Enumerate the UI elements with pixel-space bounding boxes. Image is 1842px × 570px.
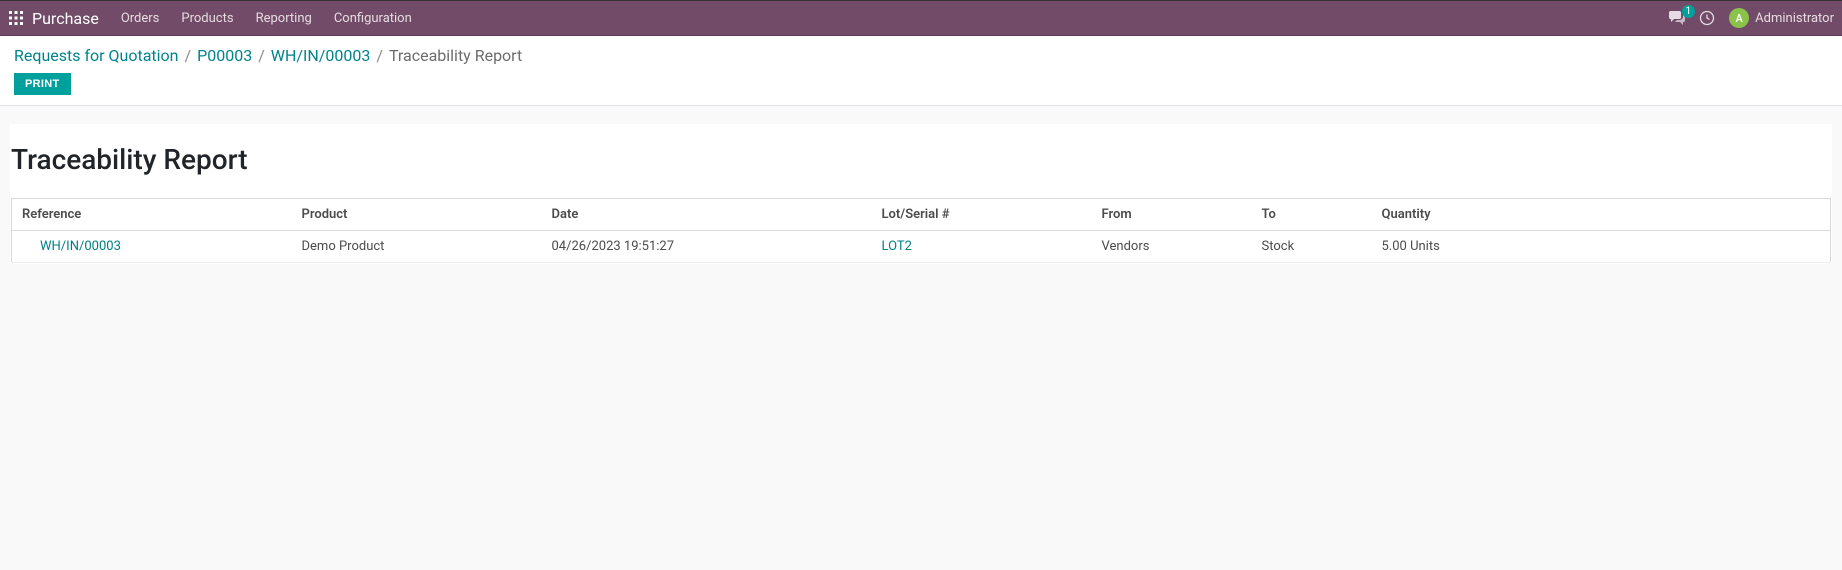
cell-from: Vendors	[1092, 231, 1252, 263]
control-bar: Requests for Quotation / P00003 / WH/IN/…	[0, 36, 1842, 106]
cell-lot: LOT2	[872, 231, 1092, 263]
page-title: Traceability Report	[11, 143, 1831, 176]
reference-link[interactable]: WH/IN/00003	[22, 239, 121, 254]
cell-reference: WH/IN/00003	[12, 231, 292, 263]
table-header-row: Reference Product Date Lot/Serial # From…	[12, 199, 1831, 231]
th-lot: Lot/Serial #	[872, 199, 1092, 231]
th-reference: Reference	[12, 199, 292, 231]
print-button[interactable]: PRINT	[14, 73, 71, 95]
messages-badge: 1	[1682, 5, 1696, 18]
lot-link[interactable]: LOT2	[882, 239, 912, 254]
table-row: WH/IN/00003 Demo Product 04/26/2023 19:5…	[12, 231, 1831, 263]
th-quantity: Quantity	[1372, 199, 1831, 231]
menu-configuration[interactable]: Configuration	[334, 11, 412, 26]
report-sheet: Traceability Report Reference Product Da…	[10, 124, 1832, 264]
breadcrumb-sep: /	[258, 46, 265, 65]
app-title[interactable]: Purchase	[32, 9, 99, 28]
th-to: To	[1252, 199, 1372, 231]
cell-date: 04/26/2023 19:51:27	[542, 231, 872, 263]
activity-icon[interactable]	[1699, 10, 1715, 26]
menu-products[interactable]: Products	[181, 11, 233, 26]
avatar: A	[1729, 8, 1749, 28]
th-from: From	[1092, 199, 1252, 231]
breadcrumb-po[interactable]: P00003	[197, 46, 252, 65]
cell-to: Stock	[1252, 231, 1372, 263]
breadcrumb-sep: /	[185, 46, 192, 65]
user-menu[interactable]: A Administrator	[1729, 8, 1834, 28]
breadcrumb: Requests for Quotation / P00003 / WH/IN/…	[14, 46, 1828, 65]
menu-reporting[interactable]: Reporting	[256, 11, 312, 26]
user-name-label: Administrator	[1755, 11, 1834, 26]
nav-menu: Orders Products Reporting Configuration	[121, 11, 412, 26]
breadcrumb-rfq[interactable]: Requests for Quotation	[14, 46, 179, 65]
cell-product: Demo Product	[292, 231, 542, 263]
nav-right: 1 A Administrator	[1669, 8, 1834, 28]
cell-quantity: 5.00 Units	[1372, 231, 1831, 263]
menu-orders[interactable]: Orders	[121, 11, 160, 26]
apps-icon[interactable]	[8, 10, 24, 26]
traceability-table: Reference Product Date Lot/Serial # From…	[11, 198, 1831, 263]
breadcrumb-sep: /	[376, 46, 383, 65]
th-date: Date	[542, 199, 872, 231]
breadcrumb-transfer[interactable]: WH/IN/00003	[271, 46, 371, 65]
breadcrumb-current: Traceability Report	[389, 46, 522, 65]
th-product: Product	[292, 199, 542, 231]
messages-button[interactable]: 1	[1669, 11, 1685, 25]
top-navbar: Purchase Orders Products Reporting Confi…	[0, 0, 1842, 36]
